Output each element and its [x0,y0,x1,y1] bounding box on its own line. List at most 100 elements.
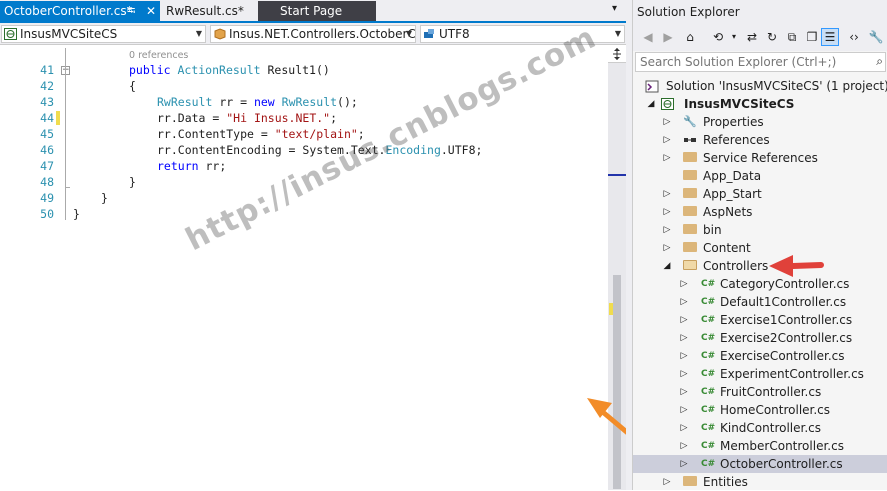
tree-node-exercise1-controller[interactable]: ▷ C# Exercise1Controller.cs [633,311,887,329]
tree-node-project[interactable]: ◢ InsusMVCSiteCS [633,95,887,113]
line-number: 47 [40,159,54,173]
pin-icon[interactable]: ⭾ [127,1,135,21]
code-line-45[interactable]: rr.ContentType = "text/plain"; [157,126,365,142]
forward-icon[interactable]: ▶ [659,28,677,46]
collapsed-arrow-icon[interactable]: ▷ [662,131,672,149]
tree-node-solution[interactable]: Solution 'InsusMVCSiteCS' (1 project) [633,77,887,95]
folder-icon [683,224,697,234]
vertical-scrollbar[interactable] [608,45,626,490]
solution-search-box[interactable]: ⌕ [635,52,886,72]
property-icon [424,29,434,38]
tree-node-service-references[interactable]: ▷ Service References [633,149,887,167]
tab-rwresult[interactable]: RwResult.cs* [166,1,244,21]
tree-node-app-data[interactable]: App_Data [633,167,887,185]
show-all-files-icon[interactable]: ❐ [803,28,821,46]
tree-node-label: MemberController.cs [720,439,844,453]
class-dropdown[interactable]: Insus.NET.Controllers.OctoberCo ▼ [210,25,416,43]
code-line-42[interactable]: { [129,78,136,94]
tree-node-bin[interactable]: ▷ bin [633,221,887,239]
tree-node-content[interactable]: ▷ Content [633,239,887,257]
collapsed-arrow-icon[interactable]: ▷ [679,329,689,347]
collapsed-arrow-icon[interactable]: ▷ [662,221,672,239]
tree-node-member-controller[interactable]: ▷ C# MemberController.cs [633,437,887,455]
collapsed-arrow-icon[interactable]: ▷ [662,113,672,131]
collapsed-arrow-icon[interactable]: ▷ [679,365,689,383]
code-line-48[interactable]: } [129,174,136,190]
collapsed-arrow-icon[interactable]: ▷ [679,401,689,419]
tree-node-experiment-controller[interactable]: ▷ C# ExperimentController.cs [633,365,887,383]
project-dropdown[interactable]: InsusMVCSiteCS ▼ [1,25,206,43]
csharp-file-icon: C# [701,405,716,415]
csharp-file-icon: C# [701,441,716,451]
collapsed-arrow-icon[interactable]: ▷ [679,293,689,311]
tree-node-app-start[interactable]: ▷ App_Start [633,185,887,203]
collapsed-arrow-icon[interactable]: ▷ [679,437,689,455]
split-window-icon[interactable] [608,45,626,63]
code-editor[interactable]: OctoberController.cs* ⭾ ✕ RwResult.cs* S… [0,0,626,490]
navigation-bar: InsusMVCSiteCS ▼ Insus.NET.Controllers.O… [0,23,626,45]
collapsed-arrow-icon[interactable]: ▷ [679,347,689,365]
sync-icon[interactable]: ⇄ [743,28,761,46]
code-line-49[interactable]: } [101,190,108,206]
code-line-44[interactable]: rr.Data = "Hi Insus.NET."; [157,110,337,126]
tree-node-entities[interactable]: ▷ Entities [633,473,887,491]
tree-node-aspnets[interactable]: ▷ AspNets [633,203,887,221]
tree-node-label: App_Start [703,187,762,201]
wrench-icon[interactable]: 🔧 [867,28,885,46]
code-line-47[interactable]: return rr; [157,158,226,174]
tab-october-controller[interactable]: OctoberController.cs* ⭾ ✕ [0,1,160,21]
collapsed-arrow-icon[interactable]: ▷ [662,239,672,257]
tree-node-exercise-controller[interactable]: ▷ C# ExerciseController.cs [633,347,887,365]
tree-node-label: OctoberController.cs [720,457,843,471]
tree-node-october-controller[interactable]: ▷ C# OctoberController.cs [633,455,887,473]
code-line-50[interactable]: } [73,206,80,222]
scrollbar-thumb[interactable] [613,275,621,489]
collapsed-arrow-icon[interactable]: ▷ [679,275,689,293]
tab-label: Start Page [280,4,343,18]
tab-start-page[interactable]: Start Page [280,1,342,21]
tree-node-fruit-controller[interactable]: ▷ C# FruitController.cs [633,383,887,401]
code-line-43[interactable]: RwResult rr = new RwResult(); [157,94,358,110]
tree-node-label: References [703,133,770,147]
collapsed-arrow-icon[interactable]: ▷ [662,203,672,221]
collapsed-arrow-icon[interactable]: ▷ [679,383,689,401]
collapsed-arrow-icon[interactable]: ▷ [662,473,672,491]
tree-node-label: AspNets [703,205,753,219]
collapsed-arrow-icon[interactable]: ▷ [679,311,689,329]
properties-icon[interactable]: ☰ [821,28,839,46]
collapsed-arrow-icon[interactable]: ▷ [662,185,672,203]
tree-node-controllers[interactable]: ◢ Controllers [633,257,887,275]
tree-node-references[interactable]: ▷ References [633,131,887,149]
class-icon [214,28,226,40]
tab-label: OctoberController.cs* [4,4,133,18]
collapsed-arrow-icon[interactable]: ▷ [662,149,672,167]
refresh-icon[interactable]: ↻ [763,28,781,46]
csharp-file-icon: C# [701,459,716,469]
expanded-arrow-icon[interactable]: ◢ [646,95,656,113]
home-icon[interactable]: ⌂ [681,28,699,46]
string-literal: "text/plain" [274,127,358,141]
search-input[interactable] [636,53,870,71]
codelens-references[interactable]: 0 references [129,50,188,61]
expanded-arrow-icon[interactable]: ◢ [662,257,672,275]
close-icon[interactable]: ✕ [146,1,156,21]
chevron-down-icon[interactable]: ▾ [725,28,743,46]
collapsed-arrow-icon[interactable]: ▷ [679,455,689,473]
csharp-file-icon: C# [701,279,716,289]
tab-dropdown-icon[interactable]: ▾ [612,3,617,14]
tree-node-default1-controller[interactable]: ▷ C# Default1Controller.cs [633,293,887,311]
collapse-all-icon[interactable]: ⧉ [783,28,801,46]
collapsed-arrow-icon[interactable]: ▷ [679,419,689,437]
tree-node-kind-controller[interactable]: ▷ C# KindController.cs [633,419,887,437]
tree-node-label: HomeController.cs [720,403,831,417]
tree-node-category-controller[interactable]: ▷ C# CategoryController.cs [633,275,887,293]
tree-node-properties[interactable]: ▷ 🔧 Properties [633,113,887,131]
line-number: 44 [40,111,54,125]
tree-node-home-controller[interactable]: ▷ C# HomeController.cs [633,401,887,419]
csharp-file-icon: C# [701,297,716,307]
tree-node-exercise2-controller[interactable]: ▷ C# Exercise2Controller.cs [633,329,887,347]
view-code-icon[interactable]: ‹› [845,28,863,46]
search-icon[interactable]: ⌕ [876,54,883,69]
back-icon[interactable]: ◀ [639,28,657,46]
code-line-41[interactable]: public ActionResult Result1() [129,62,330,78]
